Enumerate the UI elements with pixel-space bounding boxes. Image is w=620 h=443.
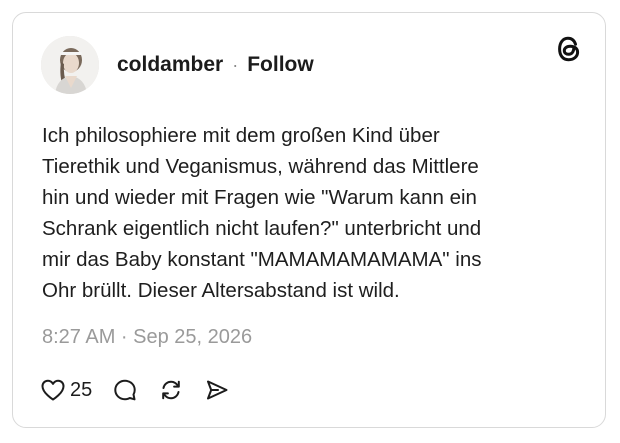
threads-logo-icon[interactable] [555, 34, 583, 64]
follow-button[interactable]: Follow [247, 53, 314, 77]
like-button[interactable]: 25 [40, 378, 92, 402]
post-header: coldamber · Follow [117, 53, 314, 77]
separator-dot: · [232, 54, 239, 75]
heart-icon [41, 379, 65, 401]
avatar[interactable] [41, 36, 99, 94]
action-bar: 25 [40, 375, 230, 405]
username[interactable]: coldamber [117, 53, 223, 77]
like-count: 25 [70, 378, 93, 401]
share-button[interactable] [204, 377, 230, 403]
reply-button[interactable] [112, 377, 138, 403]
user-avatar-photo [41, 36, 99, 94]
send-icon [207, 380, 228, 400]
post-text: Ich philosophiere mit dem großen Kind üb… [42, 124, 482, 302]
comment-icon [114, 379, 136, 401]
post-timestamp[interactable]: 8:27 AM · Sep 25, 2026 [42, 326, 252, 349]
repost-button[interactable] [158, 377, 184, 403]
repost-icon [162, 380, 181, 400]
threads-post-card: coldamber · Follow Ich philosophiere mit… [12, 12, 606, 428]
